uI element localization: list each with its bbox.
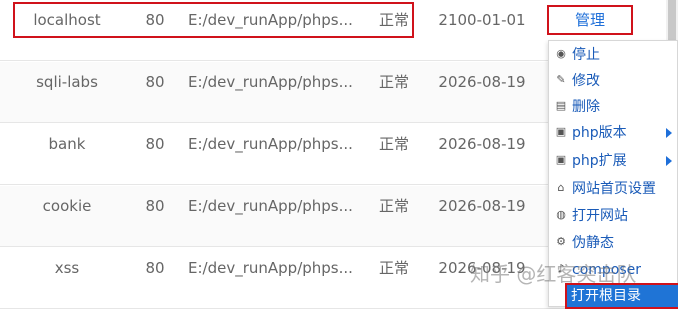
site-port: 80 bbox=[145, 135, 165, 153]
menu-item-php-version[interactable]: ▣ php版本 bbox=[549, 120, 678, 146]
site-expires: 2026-08-19 bbox=[438, 73, 526, 91]
chevron-right-icon bbox=[666, 156, 672, 166]
php-version-icon: ▣ bbox=[555, 125, 567, 138]
globe-icon: ◍ bbox=[556, 208, 566, 221]
site-name: xss bbox=[54, 259, 80, 277]
menu-item-label: php版本 bbox=[572, 125, 627, 141]
trash-icon: ▤ bbox=[555, 99, 567, 112]
site-status: 正常 bbox=[378, 73, 409, 91]
menu-item-homepage-settings[interactable]: ⌂ 网站首页设置 bbox=[549, 176, 678, 202]
scrollbar-thumb[interactable] bbox=[668, 0, 676, 40]
site-expires: 2026-08-19 bbox=[438, 135, 526, 153]
php-extension-icon: ▣ bbox=[555, 153, 567, 166]
site-name: cookie bbox=[42, 197, 92, 215]
site-port: 80 bbox=[145, 197, 165, 215]
rewrite-icon: ⚙ bbox=[556, 235, 566, 248]
site-status: 正常 bbox=[378, 197, 409, 215]
site-path: E:/dev_runApp/phps... bbox=[188, 197, 353, 215]
site-expires: 2026-08-19 bbox=[438, 259, 526, 277]
site-status: 正常 bbox=[378, 259, 409, 277]
menu-item-php-extension[interactable]: ▣ php扩展 bbox=[549, 148, 678, 174]
site-name: bank bbox=[48, 135, 86, 153]
site-status: 正常 bbox=[378, 135, 409, 153]
site-name: sqli-labs bbox=[36, 73, 98, 91]
menu-item-label: composer bbox=[572, 262, 642, 278]
composer-icon: ♪ bbox=[557, 262, 565, 275]
menu-item-delete[interactable]: ▤ 删除 bbox=[549, 94, 678, 120]
chevron-right-icon bbox=[666, 128, 672, 138]
stop-icon: ◉ bbox=[556, 47, 566, 60]
menu-item-label: 打开网站 bbox=[572, 208, 628, 224]
menu-item-open-root-dir[interactable]: 打开根目录 bbox=[565, 283, 678, 309]
site-name: localhost bbox=[33, 11, 101, 29]
site-expires: 2100-01-01 bbox=[438, 11, 526, 29]
site-path: E:/dev_runApp/phps... bbox=[188, 73, 353, 91]
context-menu: ◉ 停止 ✎ 修改 ▤ 删除 ▣ php版本 ▣ php扩展 ⌂ 网站首页设置 … bbox=[548, 40, 678, 309]
menu-item-label: 网站首页设置 bbox=[572, 181, 656, 197]
site-path: E:/dev_runApp/phps... bbox=[188, 135, 353, 153]
edit-icon: ✎ bbox=[556, 73, 566, 86]
menu-item-rewrite[interactable]: ⚙ 伪静态 bbox=[549, 230, 678, 256]
home-icon: ⌂ bbox=[557, 181, 565, 194]
menu-item-open-site[interactable]: ◍ 打开网站 bbox=[549, 203, 678, 229]
site-path: E:/dev_runApp/phps... bbox=[188, 11, 353, 29]
menu-item-edit[interactable]: ✎ 修改 bbox=[549, 68, 678, 94]
site-path: E:/dev_runApp/phps... bbox=[188, 259, 353, 277]
menu-item-label: 停止 bbox=[572, 47, 600, 63]
menu-item-label: 修改 bbox=[572, 73, 600, 89]
menu-item-label: 打开根目录 bbox=[571, 288, 641, 304]
site-status: 正常 bbox=[378, 11, 409, 29]
menu-item-stop[interactable]: ◉ 停止 bbox=[549, 42, 678, 68]
menu-item-composer[interactable]: ♪ composer bbox=[549, 257, 678, 283]
menu-item-label: php扩展 bbox=[572, 153, 627, 169]
site-port: 80 bbox=[145, 11, 165, 29]
manage-button[interactable]: 管理 bbox=[547, 5, 633, 35]
site-port: 80 bbox=[145, 73, 165, 91]
site-expires: 2026-08-19 bbox=[438, 197, 526, 215]
site-port: 80 bbox=[145, 259, 165, 277]
menu-item-label: 伪静态 bbox=[572, 235, 614, 251]
menu-item-label: 删除 bbox=[572, 99, 600, 115]
